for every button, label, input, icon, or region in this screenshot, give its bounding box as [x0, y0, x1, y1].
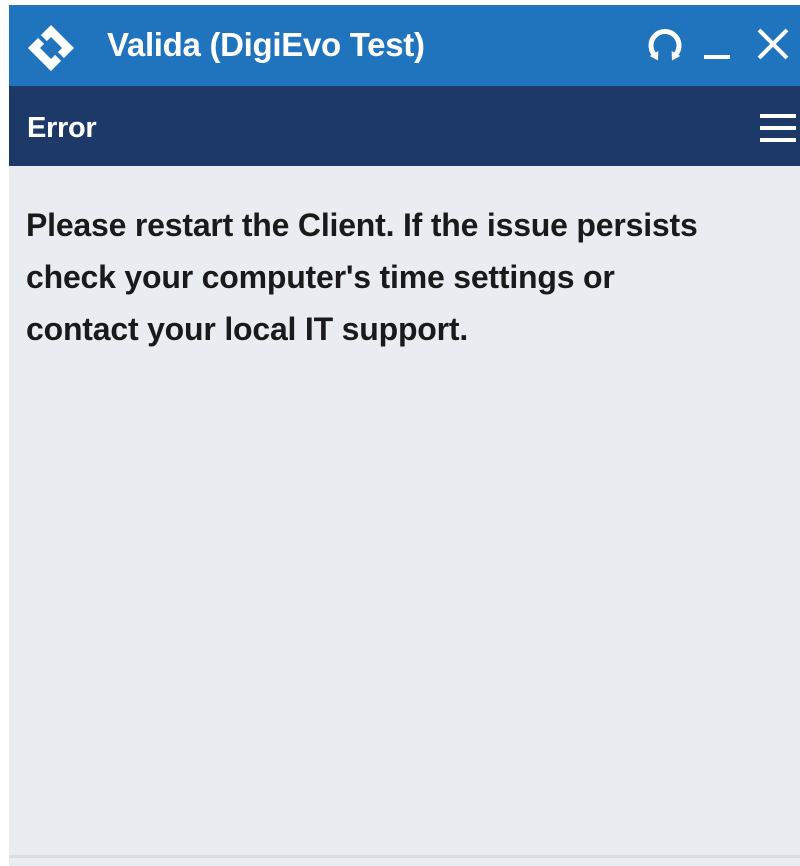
error-message: Please restart the Client. If the issue … [26, 199, 800, 355]
content-area: Please restart the Client. If the issue … [9, 166, 800, 856]
close-button[interactable] [748, 5, 794, 86]
close-icon [757, 28, 789, 60]
refresh-button[interactable] [640, 5, 690, 86]
valida-logo-icon [26, 23, 76, 73]
refresh-icon [648, 29, 682, 61]
page-title: Error [27, 112, 97, 144]
subheader-bar: Error [9, 86, 800, 166]
menu-button[interactable] [756, 106, 800, 150]
app-window: Valida (DigiEvo Test) Error Please resta… [9, 5, 800, 866]
hamburger-menu-icon [760, 114, 796, 142]
window-title: Valida (DigiEvo Test) [107, 26, 425, 63]
error-message-line: Please restart the Client. If the issue … [26, 207, 698, 243]
title-bar[interactable]: Valida (DigiEvo Test) [9, 5, 800, 86]
minimize-button[interactable] [696, 5, 740, 86]
bottom-divider [9, 855, 800, 858]
error-message-line: contact your local IT support. [26, 311, 469, 347]
minimize-icon [704, 55, 730, 59]
error-message-line: check your computer's time settings or [26, 259, 615, 295]
